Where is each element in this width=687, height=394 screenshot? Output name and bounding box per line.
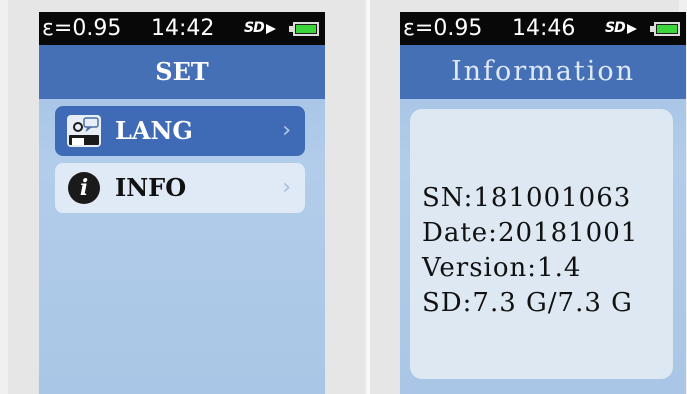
- info-card: SN:181001063 Date:20181001 Version:1.4 S…: [410, 109, 673, 379]
- status-bar: ε=0.95 14:46 SD: [400, 12, 686, 45]
- title-bar: SET: [39, 45, 325, 99]
- page-title: Information: [450, 56, 636, 87]
- language-icon: [67, 115, 101, 147]
- information-screen: ε=0.95 14:46 SD Information SN:181001063…: [400, 12, 686, 394]
- info-icon: i: [68, 172, 100, 204]
- page-title: SET: [155, 57, 209, 86]
- chevron-right-icon: ›: [282, 175, 291, 200]
- sd-card-icon: SD: [244, 20, 276, 36]
- chevron-right-icon: ›: [282, 118, 291, 143]
- settings-screen: ε=0.95 14:42 SD SET LANG › i INFO ›: [39, 12, 325, 394]
- title-bar: Information: [400, 45, 686, 99]
- sd-capacity: SD:7.3 G/7.3 G: [422, 288, 633, 318]
- emissivity-readout: ε=0.95: [42, 16, 122, 41]
- menu-item-label: LANG: [115, 116, 193, 145]
- menu-item-label: INFO: [115, 173, 187, 202]
- clock: 14:46: [512, 16, 576, 41]
- menu-item-info[interactable]: i INFO ›: [55, 163, 305, 213]
- sd-card-icon: SD: [605, 20, 637, 36]
- battery-icon: [289, 22, 319, 36]
- menu-item-lang[interactable]: LANG ›: [55, 106, 305, 156]
- date: Date:20181001: [422, 218, 639, 248]
- status-bar: ε=0.95 14:42 SD: [39, 12, 325, 45]
- emissivity-readout: ε=0.95: [403, 16, 483, 41]
- battery-icon: [650, 22, 680, 36]
- serial-number: SN:181001063: [422, 183, 632, 213]
- clock: 14:42: [151, 16, 215, 41]
- version: Version:1.4: [422, 253, 582, 283]
